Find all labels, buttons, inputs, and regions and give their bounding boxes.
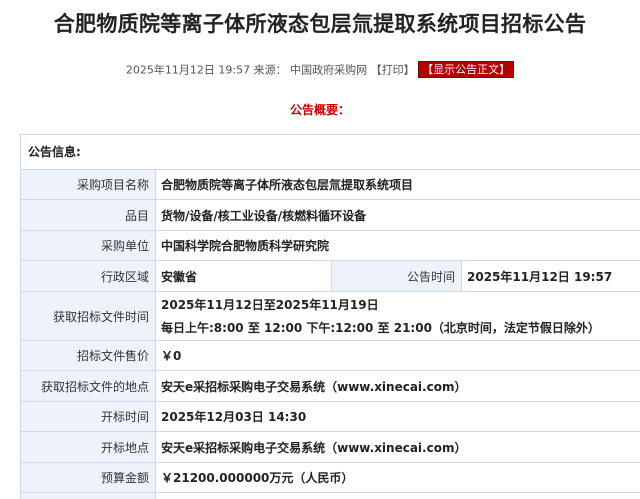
doc-time-hours: 每日上午:8:00 至 12:00 下午:12:00 至 21:00（北京时间，… xyxy=(161,321,600,335)
table-row: 行政区域 安徽省 公告时间 2025年11月12日 19:57 xyxy=(21,261,640,292)
info-heading: 公告信息: xyxy=(21,135,640,170)
doc-time-range: 2025年11月12日至2025年11月19日 xyxy=(161,298,379,312)
publish-time-value: 2025年11月12日 19:57 xyxy=(467,269,613,284)
doc-place-label: 获取招标文件的地点 xyxy=(21,371,156,401)
budget-label: 预算金额 xyxy=(21,463,156,492)
table-row xyxy=(21,493,640,499)
empty-value xyxy=(156,493,640,499)
page-title: 合肥物质院等离子体所液态包层氚提取系统项目招标公告 xyxy=(53,12,587,36)
source-label: 来源： xyxy=(253,63,287,77)
summary-title: 公告概要： xyxy=(289,103,350,117)
source-name: 中国政府采购网 xyxy=(290,63,368,77)
project-name-label: 采购项目名称 xyxy=(21,170,156,199)
buyer-label: 采购单位 xyxy=(21,231,156,260)
empty-label xyxy=(21,493,156,499)
category-label: 品目 xyxy=(21,200,156,230)
table-row: 品目 货物/设备/核工业设备/核燃料循环设备 xyxy=(21,200,640,231)
open-place-value: 安天e采招标采购电子交易系统（www.xinecai.com） xyxy=(161,440,467,455)
table-row: 开标时间 2025年12月03日 14:30 xyxy=(21,402,640,432)
table-row: 采购单位 中国科学院合肥物质科学研究院 xyxy=(21,231,640,261)
region-value: 安徽省 xyxy=(161,269,198,284)
region-label: 行政区域 xyxy=(21,261,156,291)
doc-price-value: ￥0 xyxy=(161,349,182,363)
show-body-button[interactable]: 【显示公告正文】 xyxy=(418,61,515,78)
budget-value: ￥21200.000000万元（人民币） xyxy=(161,471,354,485)
open-place-label: 开标地点 xyxy=(21,432,156,462)
open-time-value: 2025年12月03日 14:30 xyxy=(161,410,307,424)
announcement-meta: 2025年11月12日 19:57 来源： 中国政府采购网 【打印】 【显示公告… xyxy=(0,61,640,78)
table-row: 开标地点 安天e采招标采购电子交易系统（www.xinecai.com） xyxy=(21,432,640,463)
print-link[interactable]: 【打印】 xyxy=(371,64,415,77)
announcement-info-table: 公告信息: 采购项目名称 合肥物质院等离子体所液态包层氚提取系统项目 品目 货物… xyxy=(20,134,640,499)
doc-price-label: 招标文件售价 xyxy=(21,341,156,370)
table-row: 获取招标文件的地点 安天e采招标采购电子交易系统（www.xinecai.com… xyxy=(21,371,640,402)
table-row: 预算金额 ￥21200.000000万元（人民币） xyxy=(21,463,640,493)
doc-time-label: 获取招标文件时间 xyxy=(21,292,156,340)
table-row: 获取招标文件时间 2025年11月12日至2025年11月19日 每日上午:8:… xyxy=(21,292,640,341)
publish-datetime: 2025年11月12日 19:57 xyxy=(125,63,251,77)
doc-time-value: 2025年11月12日至2025年11月19日 每日上午:8:00 至 12:0… xyxy=(156,292,640,340)
publish-time-label: 公告时间 xyxy=(331,261,462,291)
buyer-value: 中国科学院合肥物质科学研究院 xyxy=(161,239,330,253)
open-time-label: 开标时间 xyxy=(21,402,156,431)
table-row: 采购项目名称 合肥物质院等离子体所液态包层氚提取系统项目 xyxy=(21,170,640,200)
project-name-value: 合肥物质院等离子体所液态包层氚提取系统项目 xyxy=(161,178,414,192)
doc-place-value: 安天e采招标采购电子交易系统（www.xinecai.com） xyxy=(161,379,467,394)
table-row: 招标文件售价 ￥0 xyxy=(21,341,640,371)
category-value: 货物/设备/核工业设备/核燃料循环设备 xyxy=(161,208,367,223)
